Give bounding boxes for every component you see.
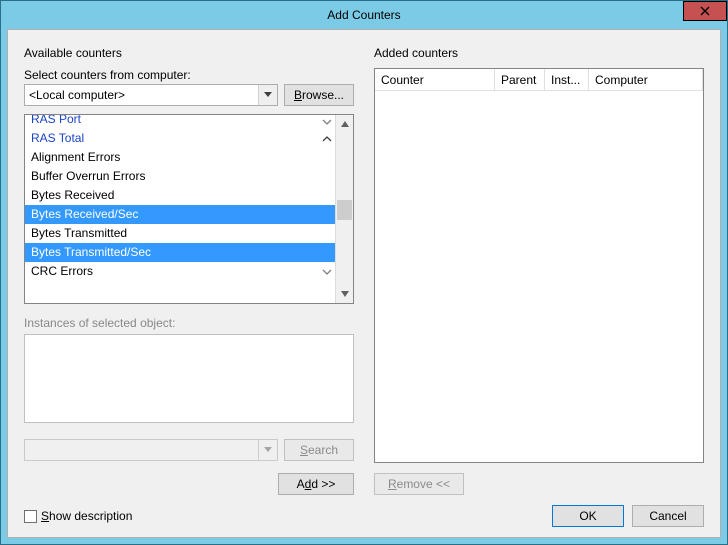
available-counters-pane: Available counters Select counters from …	[8, 30, 364, 495]
chevron-down-icon	[322, 115, 332, 129]
instances-label: Instances of selected object:	[24, 316, 354, 330]
counter-item[interactable]: Alignment Errors	[25, 148, 336, 167]
scroll-down-button[interactable]	[336, 286, 353, 303]
search-button: Search	[284, 439, 354, 461]
counter-category-ras-total[interactable]: RAS Total	[25, 129, 336, 148]
available-counters-title: Available counters	[24, 46, 354, 60]
select-computer-label: Select counters from computer:	[24, 68, 354, 82]
counter-item[interactable]: Buffer Overrun Errors	[25, 167, 336, 186]
counter-item[interactable]: Bytes Received/Sec	[25, 205, 336, 224]
browse-button[interactable]: Browse...	[284, 84, 354, 106]
table-header: Counter Parent Inst... Computer	[375, 69, 703, 91]
title-bar: Add Counters	[1, 1, 727, 29]
table-body	[375, 91, 703, 462]
scroll-thumb[interactable]	[337, 200, 352, 220]
counter-tree-scrollbar[interactable]	[335, 115, 353, 303]
scroll-up-button[interactable]	[336, 115, 353, 132]
chevron-down-icon	[258, 85, 277, 105]
computer-combo-value: <Local computer>	[29, 88, 125, 102]
added-counters-title: Added counters	[374, 46, 704, 60]
chevron-down-icon	[258, 440, 277, 460]
show-description-checkbox[interactable]: Show description	[24, 509, 132, 523]
counter-item[interactable]: Bytes Transmitted	[25, 224, 336, 243]
content-area: Available counters Select counters from …	[8, 30, 720, 495]
col-counter[interactable]: Counter	[375, 69, 495, 91]
checkbox-box	[24, 510, 37, 523]
remove-button: Remove <<	[374, 473, 464, 495]
counter-item[interactable]: CRC Errors	[25, 262, 336, 281]
cancel-button[interactable]: Cancel	[632, 505, 704, 527]
footer: Show description OK Cancel	[8, 495, 720, 537]
col-computer[interactable]: Computer	[589, 69, 703, 91]
close-icon	[700, 6, 710, 16]
col-instance[interactable]: Inst...	[545, 69, 589, 91]
dialog-window: Add Counters Available counters Select c…	[0, 0, 728, 545]
counter-item[interactable]: Bytes Received	[25, 186, 336, 205]
window-title: Add Counters	[327, 8, 400, 22]
close-button[interactable]	[683, 1, 727, 21]
counter-tree-rows: RAS Port RAS Total Alignment Errors Buff…	[25, 115, 336, 303]
counter-tree[interactable]: RAS Port RAS Total Alignment Errors Buff…	[24, 114, 354, 304]
chevron-down-icon	[322, 262, 332, 281]
col-parent[interactable]: Parent	[495, 69, 545, 91]
instances-list[interactable]	[24, 334, 354, 423]
chevron-up-icon	[322, 129, 332, 148]
dialog-body: Available counters Select counters from …	[7, 29, 721, 538]
computer-combo[interactable]: <Local computer>	[24, 84, 278, 106]
scroll-track[interactable]	[336, 132, 353, 286]
counter-category-ras-port[interactable]: RAS Port	[25, 115, 336, 129]
add-button[interactable]: Add >>	[278, 473, 354, 495]
added-counters-table[interactable]: Counter Parent Inst... Computer	[374, 68, 704, 463]
counter-item[interactable]: Bytes Transmitted/Sec	[25, 243, 336, 262]
added-counters-pane: Added counters Counter Parent Inst... Co…	[364, 30, 720, 495]
ok-button[interactable]: OK	[552, 505, 624, 527]
instance-search-combo	[24, 439, 278, 461]
